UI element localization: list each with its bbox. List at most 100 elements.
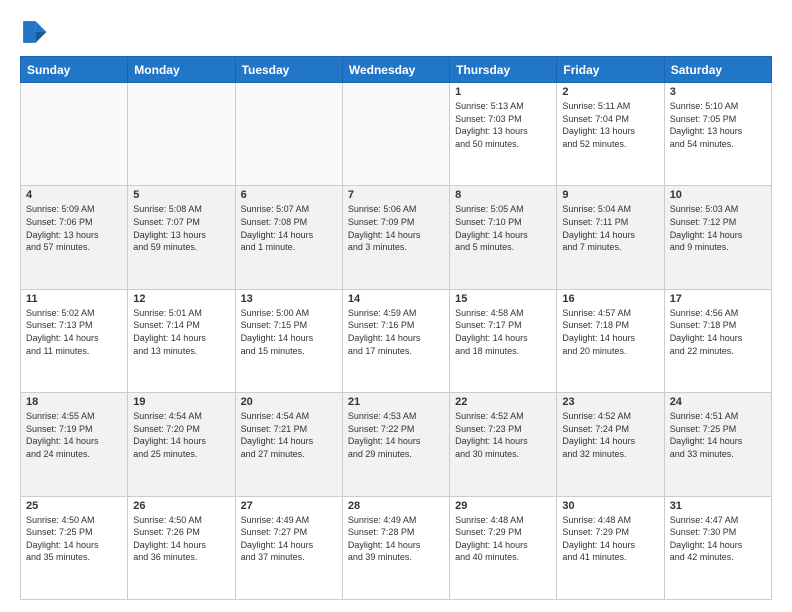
day-number: 10 bbox=[670, 189, 766, 201]
calendar-cell: 19Sunrise: 4:54 AM Sunset: 7:20 PM Dayli… bbox=[128, 393, 235, 496]
day-number: 23 bbox=[562, 396, 658, 408]
day-number: 6 bbox=[241, 189, 337, 201]
calendar-week-row: 11 Sunrise: 5:02 AM Sunset: 7:13 PM Dayli… bbox=[21, 289, 772, 392]
calendar-cell bbox=[21, 83, 128, 186]
day-info: Sunrise: 4:50 AM Sunset: 7:26 PM Dayligh… bbox=[133, 514, 229, 564]
day-number: 5 bbox=[133, 189, 229, 201]
day-info: Sunrise: 5:08 AM Sunset: 7:07 PM Dayligh… bbox=[133, 203, 229, 253]
day-number: 26 bbox=[133, 500, 229, 512]
day-number: 13 bbox=[241, 293, 337, 305]
day-number: 3 bbox=[670, 86, 766, 98]
day-number: 25 bbox=[26, 500, 122, 512]
calendar-cell: 31 Sunrise: 4:47 AM Sunset: 7:30 PM Dayli… bbox=[664, 496, 771, 599]
day-number: 30 bbox=[562, 500, 658, 512]
day-number: 28 bbox=[348, 500, 444, 512]
day-number: 20 bbox=[241, 396, 337, 408]
day-info: Sunrise: 4:52 AM Sunset: 7:24 PM Dayligh… bbox=[562, 410, 658, 460]
calendar-cell: 11 Sunrise: 5:02 AM Sunset: 7:13 PM Dayli… bbox=[21, 289, 128, 392]
day-info: Sunrise: 4:58 AM Sunset: 7:17 PM Dayligh… bbox=[455, 307, 551, 357]
calendar-cell bbox=[342, 83, 449, 186]
day-info: Sunrise: 4:52 AM Sunset: 7:23 PM Dayligh… bbox=[455, 410, 551, 460]
day-number: 11 bbox=[26, 293, 122, 305]
day-number: 12 bbox=[133, 293, 229, 305]
day-number: 9 bbox=[562, 189, 658, 201]
day-number: 18 bbox=[26, 396, 122, 408]
day-info: Sunrise: 5:13 AM Sunset: 7:03 PM Dayligh… bbox=[455, 100, 551, 150]
calendar-cell: 6 Sunrise: 5:07 AM Sunset: 7:08 PM Daylig… bbox=[235, 186, 342, 289]
calendar-day-header: Friday bbox=[557, 57, 664, 83]
calendar-cell: 30Sunrise: 4:48 AM Sunset: 7:29 PM Dayli… bbox=[557, 496, 664, 599]
day-info: Sunrise: 4:49 AM Sunset: 7:28 PM Dayligh… bbox=[348, 514, 444, 564]
calendar-cell: 13 Sunrise: 5:00 AM Sunset: 7:15 PM Dayli… bbox=[235, 289, 342, 392]
day-info: Sunrise: 4:59 AM Sunset: 7:16 PM Dayligh… bbox=[348, 307, 444, 357]
calendar-day-header: Sunday bbox=[21, 57, 128, 83]
day-number: 29 bbox=[455, 500, 551, 512]
calendar-cell: 1 Sunrise: 5:13 AM Sunset: 7:03 PM Daylig… bbox=[450, 83, 557, 186]
calendar-cell: 8 Sunrise: 5:05 AM Sunset: 7:10 PM Daylig… bbox=[450, 186, 557, 289]
calendar-cell: 20Sunrise: 4:54 AM Sunset: 7:21 PM Dayli… bbox=[235, 393, 342, 496]
calendar-cell: 22 Sunrise: 4:52 AM Sunset: 7:23 PM Dayli… bbox=[450, 393, 557, 496]
calendar-cell: 21 Sunrise: 4:53 AM Sunset: 7:22 PM Dayli… bbox=[342, 393, 449, 496]
calendar-cell: 10Sunrise: 5:03 AM Sunset: 7:12 PM Dayli… bbox=[664, 186, 771, 289]
calendar-cell: 7 Sunrise: 5:06 AM Sunset: 7:09 PM Daylig… bbox=[342, 186, 449, 289]
day-info: Sunrise: 5:02 AM Sunset: 7:13 PM Dayligh… bbox=[26, 307, 122, 357]
calendar-week-row: 25 Sunrise: 4:50 AM Sunset: 7:25 PM Dayli… bbox=[21, 496, 772, 599]
day-info: Sunrise: 5:04 AM Sunset: 7:11 PM Dayligh… bbox=[562, 203, 658, 253]
calendar-week-row: 18 Sunrise: 4:55 AM Sunset: 7:19 PM Dayli… bbox=[21, 393, 772, 496]
day-number: 31 bbox=[670, 500, 766, 512]
calendar-cell: 2Sunrise: 5:11 AM Sunset: 7:04 PM Daylig… bbox=[557, 83, 664, 186]
calendar-day-header: Monday bbox=[128, 57, 235, 83]
day-info: Sunrise: 4:50 AM Sunset: 7:25 PM Dayligh… bbox=[26, 514, 122, 564]
day-info: Sunrise: 4:55 AM Sunset: 7:19 PM Dayligh… bbox=[26, 410, 122, 460]
day-info: Sunrise: 4:48 AM Sunset: 7:29 PM Dayligh… bbox=[455, 514, 551, 564]
day-info: Sunrise: 4:53 AM Sunset: 7:22 PM Dayligh… bbox=[348, 410, 444, 460]
calendar-cell: 15 Sunrise: 4:58 AM Sunset: 7:17 PM Dayli… bbox=[450, 289, 557, 392]
day-info: Sunrise: 4:57 AM Sunset: 7:18 PM Dayligh… bbox=[562, 307, 658, 357]
day-number: 14 bbox=[348, 293, 444, 305]
calendar-cell: 14 Sunrise: 4:59 AM Sunset: 7:16 PM Dayli… bbox=[342, 289, 449, 392]
calendar-cell: 5 Sunrise: 5:08 AM Sunset: 7:07 PM Daylig… bbox=[128, 186, 235, 289]
day-number: 16 bbox=[562, 293, 658, 305]
calendar-cell: 17 Sunrise: 4:56 AM Sunset: 7:18 PM Dayli… bbox=[664, 289, 771, 392]
calendar-day-header: Thursday bbox=[450, 57, 557, 83]
day-number: 8 bbox=[455, 189, 551, 201]
calendar-cell: 26 Sunrise: 4:50 AM Sunset: 7:26 PM Dayli… bbox=[128, 496, 235, 599]
day-info: Sunrise: 4:51 AM Sunset: 7:25 PM Dayligh… bbox=[670, 410, 766, 460]
day-number: 1 bbox=[455, 86, 551, 98]
day-info: Sunrise: 5:07 AM Sunset: 7:08 PM Dayligh… bbox=[241, 203, 337, 253]
calendar-week-row: 1 Sunrise: 5:13 AM Sunset: 7:03 PM Daylig… bbox=[21, 83, 772, 186]
calendar-day-header: Wednesday bbox=[342, 57, 449, 83]
calendar-cell: 4Sunrise: 5:09 AM Sunset: 7:06 PM Daylig… bbox=[21, 186, 128, 289]
calendar-cell: 9 Sunrise: 5:04 AM Sunset: 7:11 PM Daylig… bbox=[557, 186, 664, 289]
calendar-day-header: Tuesday bbox=[235, 57, 342, 83]
day-number: 22 bbox=[455, 396, 551, 408]
day-info: Sunrise: 5:05 AM Sunset: 7:10 PM Dayligh… bbox=[455, 203, 551, 253]
day-number: 17 bbox=[670, 293, 766, 305]
day-number: 24 bbox=[670, 396, 766, 408]
day-number: 21 bbox=[348, 396, 444, 408]
day-info: Sunrise: 5:11 AM Sunset: 7:04 PM Dayligh… bbox=[562, 100, 658, 150]
day-info: Sunrise: 5:06 AM Sunset: 7:09 PM Dayligh… bbox=[348, 203, 444, 253]
calendar-cell: 25 Sunrise: 4:50 AM Sunset: 7:25 PM Dayli… bbox=[21, 496, 128, 599]
calendar-cell: 29 Sunrise: 4:48 AM Sunset: 7:29 PM Dayli… bbox=[450, 496, 557, 599]
calendar-day-header: Saturday bbox=[664, 57, 771, 83]
day-info: Sunrise: 4:56 AM Sunset: 7:18 PM Dayligh… bbox=[670, 307, 766, 357]
calendar-cell: 23 Sunrise: 4:52 AM Sunset: 7:24 PM Dayli… bbox=[557, 393, 664, 496]
calendar-header-row: SundayMondayTuesdayWednesdayThursdayFrid… bbox=[21, 57, 772, 83]
day-info: Sunrise: 4:54 AM Sunset: 7:20 PM Dayligh… bbox=[133, 410, 229, 460]
day-info: Sunrise: 4:49 AM Sunset: 7:27 PM Dayligh… bbox=[241, 514, 337, 564]
calendar-cell: 28 Sunrise: 4:49 AM Sunset: 7:28 PM Dayli… bbox=[342, 496, 449, 599]
day-info: Sunrise: 5:01 AM Sunset: 7:14 PM Dayligh… bbox=[133, 307, 229, 357]
day-info: Sunrise: 5:00 AM Sunset: 7:15 PM Dayligh… bbox=[241, 307, 337, 357]
page: SundayMondayTuesdayWednesdayThursdayFrid… bbox=[0, 0, 792, 612]
calendar-week-row: 4Sunrise: 5:09 AM Sunset: 7:06 PM Daylig… bbox=[21, 186, 772, 289]
calendar-cell: 12 Sunrise: 5:01 AM Sunset: 7:14 PM Dayli… bbox=[128, 289, 235, 392]
calendar-cell: 3Sunrise: 5:10 AM Sunset: 7:05 PM Daylig… bbox=[664, 83, 771, 186]
day-number: 7 bbox=[348, 189, 444, 201]
header bbox=[20, 18, 772, 46]
day-info: Sunrise: 4:47 AM Sunset: 7:30 PM Dayligh… bbox=[670, 514, 766, 564]
logo-icon bbox=[20, 18, 48, 46]
day-number: 27 bbox=[241, 500, 337, 512]
day-number: 15 bbox=[455, 293, 551, 305]
calendar-cell: 18 Sunrise: 4:55 AM Sunset: 7:19 PM Dayli… bbox=[21, 393, 128, 496]
